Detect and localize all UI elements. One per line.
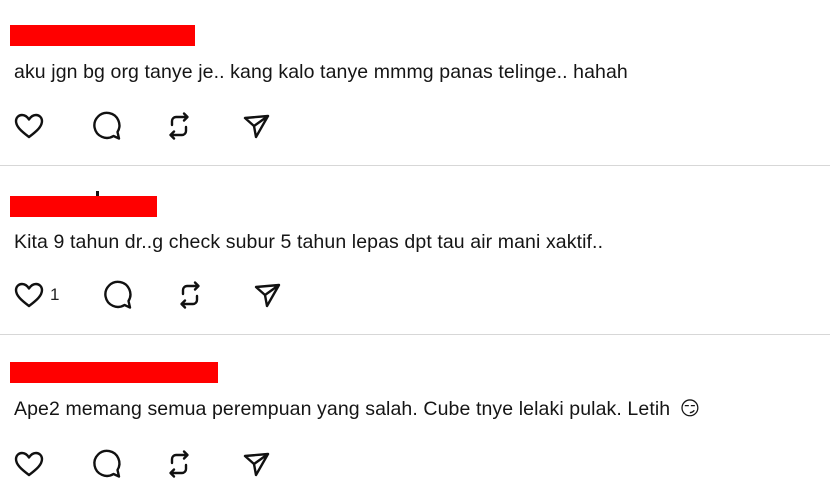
heart-icon [14, 113, 44, 139]
reply-button[interactable] [100, 278, 134, 312]
like-button[interactable]: 1 [12, 278, 59, 312]
heart-icon [14, 451, 44, 477]
comment-item: Ape2 memang semua perempuan yang salah. … [0, 335, 830, 501]
share-button[interactable] [250, 278, 284, 312]
comment-text: aku jgn bg org tanye je.. kang kalo tany… [14, 61, 628, 83]
heart-icon [14, 282, 44, 308]
comment-text: Kita 9 tahun dr..g check subur 5 tahun l… [14, 231, 604, 253]
send-icon [243, 114, 270, 139]
comment-actions [12, 447, 412, 481]
comment-item: aku jgn bg org tanye je.. kang kalo tany… [0, 0, 830, 165]
share-button[interactable] [239, 109, 273, 143]
repost-icon [169, 112, 189, 140]
comment-bubble-icon [93, 449, 121, 478]
comment-bubble-icon [93, 111, 121, 140]
comment-actions: 1 [12, 278, 412, 312]
comment-item: Kita 9 tahun dr..g check subur 5 tahun l… [0, 166, 830, 334]
redacted-username [10, 362, 218, 383]
reply-button[interactable] [89, 447, 123, 481]
repost-button[interactable] [162, 109, 196, 143]
share-button[interactable] [239, 447, 273, 481]
redacted-username [10, 25, 195, 46]
like-button[interactable] [12, 447, 46, 481]
send-icon [243, 452, 270, 477]
repost-icon [169, 450, 189, 478]
redacted-username [10, 196, 157, 217]
comment-text: Ape2 memang semua perempuan yang salah. … [14, 397, 700, 421]
like-count: 1 [50, 285, 60, 304]
repost-button[interactable] [173, 278, 207, 312]
comment-text-body: Ape2 memang semua perempuan yang salah. … [14, 398, 671, 420]
repost-icon [180, 281, 200, 309]
comment-feed: aku jgn bg org tanye je.. kang kalo tany… [0, 0, 830, 501]
like-button[interactable] [12, 109, 46, 143]
comment-bubble-icon [104, 280, 132, 309]
comment-actions [12, 109, 412, 143]
smirk-emoji: 😏 [679, 398, 701, 420]
repost-button[interactable] [162, 447, 196, 481]
reply-button[interactable] [89, 109, 123, 143]
send-icon [254, 283, 281, 308]
